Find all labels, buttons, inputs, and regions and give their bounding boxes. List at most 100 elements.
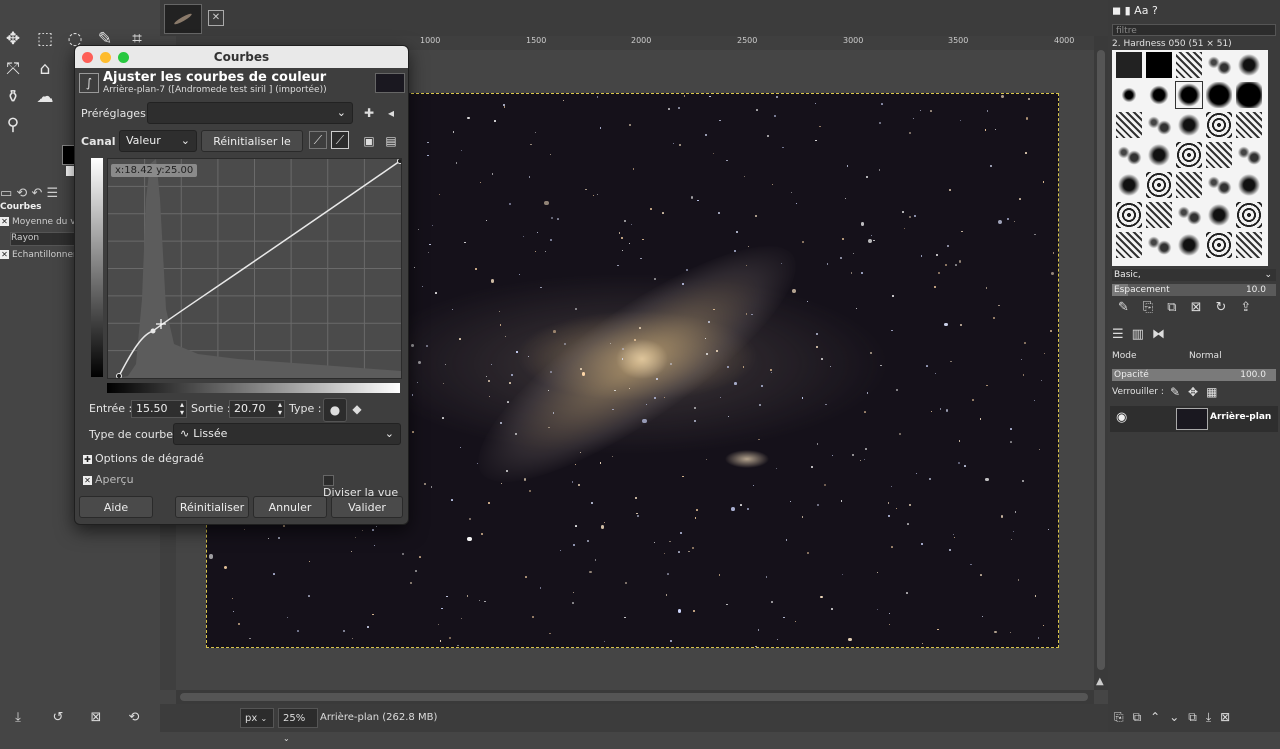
- spacing-slider[interactable]: Espacement 10.0: [1112, 284, 1276, 296]
- brush-thumbnail[interactable]: [1116, 232, 1142, 258]
- channel-combo[interactable]: Valeur ⌄: [119, 130, 197, 152]
- smooth-point-icon[interactable]: ●: [323, 398, 347, 422]
- brush-thumbnail[interactable]: [1206, 172, 1232, 198]
- dialog-titlebar[interactable]: Courbes: [75, 46, 408, 68]
- picker-icon[interactable]: ▤: [381, 131, 401, 151]
- brush-thumbnail[interactable]: [1146, 172, 1172, 198]
- brush-thumbnail[interactable]: [1176, 202, 1202, 228]
- image-view-icon[interactable]: ▣: [359, 131, 379, 151]
- brush-thumbnail[interactable]: [1206, 112, 1232, 138]
- image-tab-thumbnail[interactable]: [164, 4, 202, 34]
- warp-tool-icon[interactable]: ⌂: [34, 58, 56, 80]
- brush-thumbnail[interactable]: [1146, 232, 1172, 258]
- corner-point-icon[interactable]: ◆: [347, 399, 367, 419]
- curve-graph[interactable]: [107, 158, 403, 379]
- brush-thumbnail[interactable]: [1116, 112, 1142, 138]
- reset-preset-icon[interactable]: ⟲: [126, 710, 142, 726]
- horizontal-scrollbar[interactable]: [176, 690, 1094, 704]
- brush-thumbnail[interactable]: [1146, 112, 1172, 138]
- brush-thumbnail[interactable]: [1176, 142, 1202, 168]
- brush-thumbnail[interactable]: [1116, 172, 1142, 198]
- curve-svg[interactable]: [108, 158, 403, 379]
- brush-thumbnail[interactable]: [1116, 202, 1142, 228]
- transform-tool-icon[interactable]: ⤧: [2, 58, 24, 80]
- preview-checkbox[interactable]: ✕: [83, 475, 92, 485]
- brush-thumbnail[interactable]: [1146, 202, 1172, 228]
- spinner-arrows-icon[interactable]: ▴ ▾: [180, 401, 184, 417]
- presets-combo[interactable]: ⌄: [147, 102, 353, 124]
- brush-thumbnail[interactable]: [1116, 52, 1142, 78]
- dock-tabs[interactable]: ◼ ▮ Aa ?: [1112, 4, 1272, 20]
- zoom-tool-icon[interactable]: ⚲: [2, 114, 24, 136]
- vertical-scrollbar[interactable]: ▲: [1094, 36, 1108, 690]
- brush-thumbnail[interactable]: [1176, 52, 1202, 78]
- preset-menu-icon[interactable]: ◂: [381, 103, 401, 123]
- reset-channel-button[interactable]: Réinitialiser le canal: [201, 130, 303, 170]
- brush-thumbnail[interactable]: [1236, 142, 1262, 168]
- lock-icons[interactable]: ✎✥▦: [1170, 385, 1225, 399]
- brush-filter-input[interactable]: filtre: [1112, 24, 1276, 36]
- curve-type-combo[interactable]: ∿ Lissée ⌄: [173, 423, 401, 445]
- zoom-select[interactable]: 25% ⌄: [278, 708, 318, 743]
- curve-point-end[interactable]: [397, 158, 403, 164]
- ok-button[interactable]: Valider: [331, 496, 403, 518]
- rect-select-tool-icon[interactable]: ⬚: [34, 28, 56, 50]
- split-view-checkbox[interactable]: [323, 474, 334, 486]
- restore-preset-icon[interactable]: ↺: [50, 710, 66, 726]
- layers-dock-tabs[interactable]: ☰▥⧓: [1112, 327, 1276, 342]
- input-spinner[interactable]: 15.50 ▴ ▾: [131, 400, 187, 418]
- brush-thumbnail[interactable]: [1236, 232, 1262, 258]
- output-spinner[interactable]: 20.70 ▴ ▾: [229, 400, 285, 418]
- mode-row[interactable]: Mode Normal: [1112, 349, 1276, 363]
- curve-point-start[interactable]: [116, 373, 122, 379]
- minimize-window-button[interactable]: [100, 52, 111, 63]
- gradient-options-expander[interactable]: ✚ Options de dégradé: [83, 452, 204, 465]
- brush-thumbnail[interactable]: [1175, 81, 1203, 109]
- save-tool-preset-icon[interactable]: ⤓: [10, 710, 26, 726]
- navigate-icon[interactable]: ▲: [1096, 676, 1104, 687]
- help-button[interactable]: Aide: [79, 496, 153, 518]
- zoom-window-button[interactable]: [118, 52, 129, 63]
- curve-point-selected[interactable]: [150, 328, 156, 334]
- tool-options-tabs[interactable]: ▭ ⟲ ↶ ☰: [0, 186, 58, 201]
- spinner-arrows-icon[interactable]: ▴ ▾: [278, 401, 282, 417]
- clone-tool-icon[interactable]: ⚱: [2, 86, 24, 108]
- brush-grid[interactable]: [1112, 50, 1268, 266]
- brush-thumbnail[interactable]: [1176, 112, 1202, 138]
- brush-thumbnail[interactable]: [1206, 232, 1232, 258]
- cancel-button[interactable]: Annuler: [253, 496, 327, 518]
- reset-button[interactable]: Réinitialiser: [175, 496, 249, 518]
- sample-merged-option[interactable]: ✕ Echantillonner: [0, 250, 77, 260]
- brush-set-select[interactable]: Basic, ⌄: [1112, 269, 1276, 281]
- smudge-tool-icon[interactable]: ☁: [34, 86, 56, 108]
- brush-thumbnail[interactable]: [1236, 52, 1262, 78]
- brush-thumbnail[interactable]: [1206, 202, 1232, 228]
- layer-row[interactable]: ◉ Arrière-plan: [1110, 406, 1278, 432]
- sample-average-option[interactable]: ✕ Moyenne du v: [0, 217, 76, 227]
- horizontal-scroll-thumb[interactable]: [180, 693, 1088, 701]
- close-image-icon[interactable]: ✕: [208, 10, 224, 26]
- add-preset-icon[interactable]: ✚: [359, 103, 379, 123]
- brush-thumbnail[interactable]: [1236, 202, 1262, 228]
- brush-thumbnail[interactable]: [1176, 232, 1202, 258]
- brush-thumbnail[interactable]: [1116, 142, 1142, 168]
- layer-actions[interactable]: ⎘⧉⌃⌄⧉⤓⊠: [1114, 710, 1278, 725]
- move-tool-icon[interactable]: ✥: [2, 28, 24, 50]
- linear-histogram-icon[interactable]: ⟋: [309, 131, 327, 149]
- sample-merged-checkbox[interactable]: ✕: [0, 250, 9, 259]
- unit-select[interactable]: px ⌄: [240, 708, 274, 728]
- brush-thumbnail[interactable]: [1206, 82, 1232, 108]
- brush-thumbnail[interactable]: [1116, 82, 1142, 108]
- brush-thumbnail[interactable]: [1206, 52, 1232, 78]
- opacity-slider[interactable]: Opacité 100.0: [1112, 369, 1276, 381]
- brush-thumbnail[interactable]: [1146, 52, 1172, 78]
- preview-checkbox-row[interactable]: ✕ Aperçu: [83, 473, 134, 486]
- radius-field[interactable]: Rayon: [10, 232, 76, 246]
- sample-average-checkbox[interactable]: ✕: [0, 217, 9, 226]
- brush-thumbnail[interactable]: [1146, 142, 1172, 168]
- brush-actions[interactable]: ✎⎘⧉⊠↻⇪: [1118, 300, 1278, 315]
- delete-preset-icon[interactable]: ⊠: [88, 710, 104, 726]
- brush-thumbnail[interactable]: [1206, 142, 1232, 168]
- brush-thumbnail[interactable]: [1146, 82, 1172, 108]
- log-histogram-icon[interactable]: ⟋: [331, 131, 349, 149]
